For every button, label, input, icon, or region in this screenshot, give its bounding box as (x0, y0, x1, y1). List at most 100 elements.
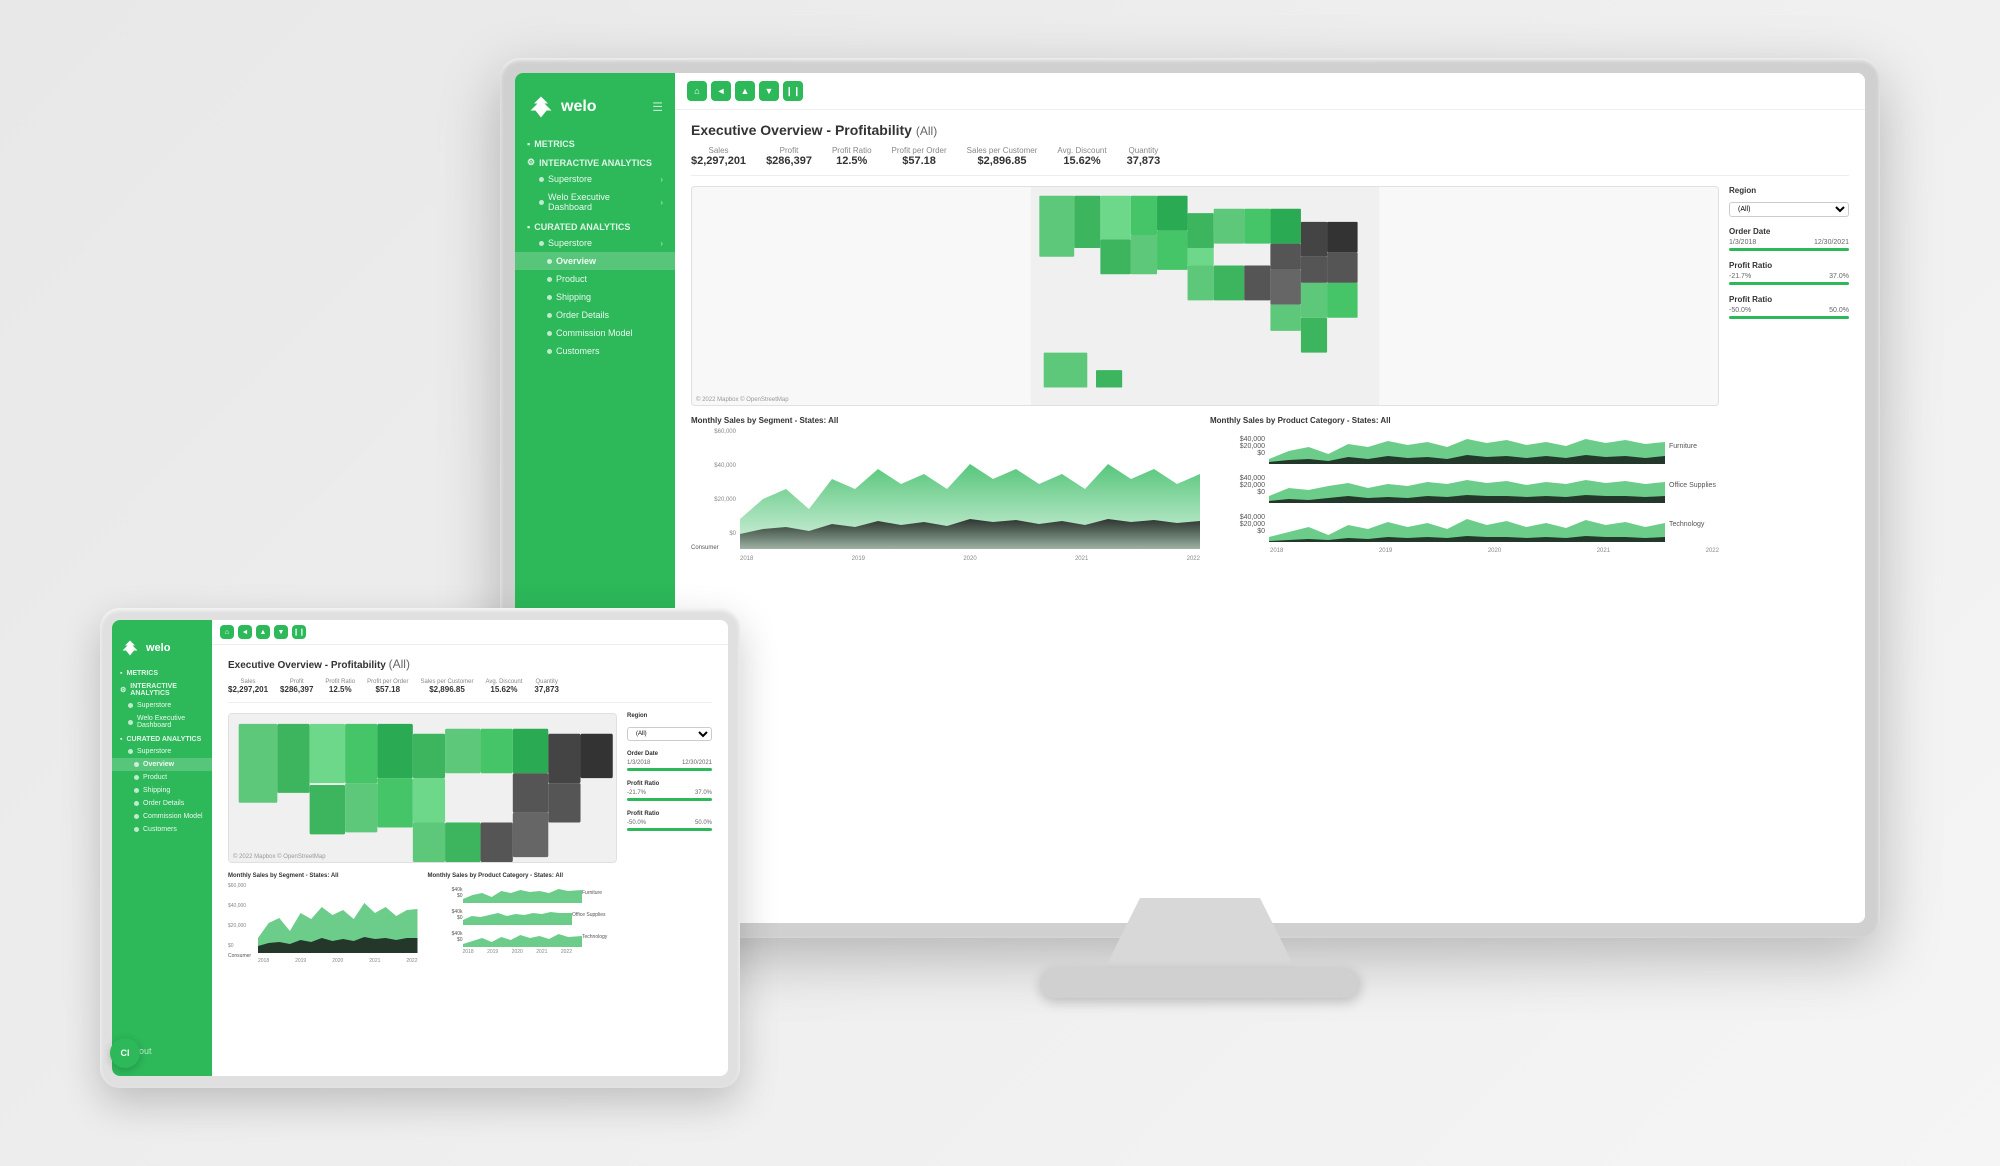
sidebar-metrics-section[interactable]: ▪ Metrics (515, 133, 675, 151)
region-select[interactable]: (All) East West Central South (1729, 202, 1849, 217)
tablet-content-area: © 2022 Mapbox © OpenStreetMap Monthly Sa… (228, 713, 712, 1040)
tablet-main-content: ⌂ ◄ ▲ ▼ ❙❙ Executive Overview - Profitab… (212, 620, 728, 1076)
tablet-back-btn[interactable]: ◄ (238, 625, 252, 639)
curated-icon: ▪ (527, 222, 530, 232)
sidebar-item-product[interactable]: Product (515, 270, 675, 288)
office-row: $40,000 $20,000 $0 (1210, 468, 1719, 503)
tablet-tech-label: Technology (582, 934, 617, 940)
tablet-map: © 2022 Mapbox © OpenStreetMap (228, 713, 617, 863)
tablet-toolbar: ⌂ ◄ ▲ ▼ ❙❙ (212, 620, 728, 645)
tablet-area-chart-wrap: 20182019202020212022 (258, 883, 418, 964)
tablet-interactive[interactable]: ⚙ Interactive Analytics (112, 679, 212, 699)
metric-avg-discount: Avg. Discount 15.62% (1057, 146, 1106, 167)
tablet-furniture-label: Furniture (582, 890, 617, 896)
tablet-superstore2[interactable]: Superstore (112, 745, 212, 758)
tablet-interactive-icon: ⚙ (120, 686, 126, 694)
profit-ratio2-slider[interactable] (1729, 316, 1849, 319)
tablet-dot (134, 775, 139, 780)
sidebar-item-welo-executive[interactable]: Welo Executive Dashboard › (515, 188, 675, 216)
y-axis-labels: $60,000 $40,000 $20,000 $0 Consumer (691, 429, 736, 562)
tablet-commission[interactable]: Commission Model (112, 810, 212, 823)
sidebar-item-superstore2[interactable]: Superstore › (515, 234, 675, 252)
tablet-up-btn[interactable]: ▲ (256, 625, 270, 639)
tablet-pr1-labels: -21.7% 37.0% (627, 790, 712, 796)
scene: welo ☰ ▪ Metrics ⚙ Interactive Analytics… (100, 58, 1900, 1108)
tablet-date-slider[interactable] (627, 768, 712, 771)
tablet-metrics[interactable]: ▪ Metrics (112, 666, 212, 679)
pause-button[interactable]: ❙❙ (783, 81, 803, 101)
tablet-shipping[interactable]: Shipping (112, 784, 212, 797)
tablet-date-labels: 1/3/2018 12/30/2021 (627, 760, 712, 766)
tablet-pause-btn[interactable]: ❙❙ (292, 625, 306, 639)
tablet-map-copyright: © 2022 Mapbox © OpenStreetMap (233, 854, 326, 860)
main-content: ⌂ ◄ ▲ ▼ ❙❙ Executive Overview - Profitab… (675, 73, 1865, 923)
interactive-icon: ⚙ (527, 157, 535, 168)
profit-ratio2-labels: -50.0% 50.0% (1729, 307, 1849, 314)
tablet-filter-region: Region (All) (627, 713, 712, 741)
order-date-slider[interactable] (1729, 248, 1849, 251)
tablet-product-charts: $40k$0 Furniture (428, 883, 618, 955)
tablet-pr1-slider[interactable] (627, 798, 712, 801)
tablet-order-details[interactable]: Order Details (112, 797, 212, 810)
sidebar-item-overview[interactable]: Overview (515, 252, 675, 270)
segment-chart: $60,000 $40,000 $20,000 $0 Consumer (691, 429, 1200, 562)
tablet-customers[interactable]: Customers (112, 823, 212, 836)
tablet-seg-years: 20182019202020212022 (258, 958, 418, 964)
tablet-metrics-icon: ▪ (120, 670, 122, 677)
up-button[interactable]: ▲ (735, 81, 755, 101)
order-date-labels: 1/3/2018 12/30/2021 (1729, 239, 1849, 246)
tablet-pr2-slider[interactable] (627, 828, 712, 831)
tablet: welo ▪ Metrics ⚙ Interactive Analytics S… (100, 608, 740, 1088)
tablet-metric-order: Profit per Order $57.18 (367, 679, 408, 694)
tablet-filters: Region (All) Order Date 1/3/2018 (627, 713, 712, 1040)
tablet-furniture-row: $40k$0 Furniture (428, 883, 618, 903)
tablet-filter-btn[interactable]: ▼ (274, 625, 288, 639)
filters-panel: Region (All) East West Central South (1729, 186, 1849, 895)
sidebar-item-order-details[interactable]: Order Details (515, 306, 675, 324)
map-area: © 2022 Mapbox © OpenStreetMap Monthly Sa (691, 186, 1719, 895)
tablet-tech-row: $40k$0 Technology (428, 927, 618, 947)
filter-region: Region (All) East West Central South (1729, 186, 1849, 217)
furniture-row: $40,000 $20,000 $0 (1210, 429, 1719, 464)
tablet-curated[interactable]: ▪ Curated Analytics (112, 732, 212, 745)
arrow-icon: › (660, 198, 663, 207)
office-chart (1269, 468, 1665, 503)
tablet-dot (134, 788, 139, 793)
technology-label: Technology (1669, 521, 1719, 528)
sidebar-item-customers[interactable]: Customers (515, 342, 675, 360)
tablet-curated-icon: ▪ (120, 736, 122, 743)
tablet-product[interactable]: Product (112, 771, 212, 784)
metric-sales: Sales $2,297,201 (691, 146, 746, 167)
dashboard-title: Executive Overview - Profitability (All) (691, 122, 1849, 138)
charts-section: Monthly Sales by Segment - States: All $… (691, 416, 1719, 562)
profit-ratio1-slider[interactable] (1729, 282, 1849, 285)
tablet-outer: welo ▪ Metrics ⚙ Interactive Analytics S… (100, 608, 740, 1088)
tablet-product-chart: Monthly Sales by Product Category - Stat… (428, 873, 618, 964)
dot-icon (547, 331, 552, 336)
tablet-home-btn[interactable]: ⌂ (220, 625, 234, 639)
tablet-dot (128, 749, 133, 754)
tablet-overview[interactable]: Overview (112, 758, 212, 771)
tablet-superstore[interactable]: Superstore (112, 699, 212, 712)
sidebar-item-superstore[interactable]: Superstore › (515, 170, 675, 188)
sidebar-curated-section[interactable]: ▪ Curated Analytics (515, 216, 675, 234)
home-button[interactable]: ⌂ (687, 81, 707, 101)
office-label: Office Supplies (1669, 482, 1719, 489)
tablet-metric-qty: Quantity 37,873 (534, 679, 558, 694)
tablet-region-select[interactable]: (All) (627, 727, 712, 741)
technology-chart (1269, 507, 1665, 542)
metric-profit-ratio: Profit Ratio 12.5% (832, 146, 872, 167)
dot-icon (539, 241, 544, 246)
segment-chart-title: Monthly Sales by Segment - States: All (691, 416, 1200, 425)
filter-button[interactable]: ▼ (759, 81, 779, 101)
tablet-welo-exec[interactable]: Welo Executive Dashboard (112, 712, 212, 732)
sidebar-item-shipping[interactable]: Shipping (515, 288, 675, 306)
tablet-sidebar: welo ▪ Metrics ⚙ Interactive Analytics S… (112, 620, 212, 1076)
tablet-metric-profit: Profit $286,397 (280, 679, 313, 694)
sidebar-item-commission[interactable]: Commission Model (515, 324, 675, 342)
sidebar-interactive-section[interactable]: ⚙ Interactive Analytics (515, 151, 675, 170)
back-button[interactable]: ◄ (711, 81, 731, 101)
tablet-dashboard-body: Executive Overview - Profitability (All)… (212, 645, 728, 1076)
menu-icon[interactable]: ☰ (652, 100, 663, 114)
metric-sales-customer: Sales per Customer $2,896.85 (967, 146, 1038, 167)
